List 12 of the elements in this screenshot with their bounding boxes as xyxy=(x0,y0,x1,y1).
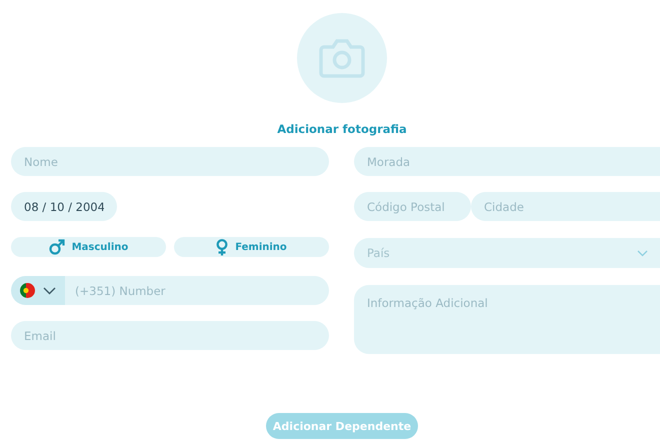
female-option[interactable]: Feminino xyxy=(174,237,329,257)
add-dependent-button[interactable]: Adicionar Dependente xyxy=(266,413,418,439)
phone-field[interactable]: (+351) Number xyxy=(65,276,329,305)
city-field[interactable]: Cidade xyxy=(471,192,660,221)
name-field[interactable]: Nome xyxy=(11,147,329,176)
postal-code-field[interactable]: Código Postal xyxy=(354,192,471,221)
address-field[interactable]: Morada xyxy=(354,147,660,176)
add-photo-link[interactable]: Adicionar fotografia xyxy=(277,122,407,136)
notes-field[interactable]: Informação Adicional xyxy=(354,285,660,354)
email-field[interactable]: Email xyxy=(11,321,329,350)
birthdate-field[interactable]: 08 / 10 / 2004 xyxy=(11,192,117,221)
male-option[interactable]: Masculino xyxy=(11,237,166,257)
